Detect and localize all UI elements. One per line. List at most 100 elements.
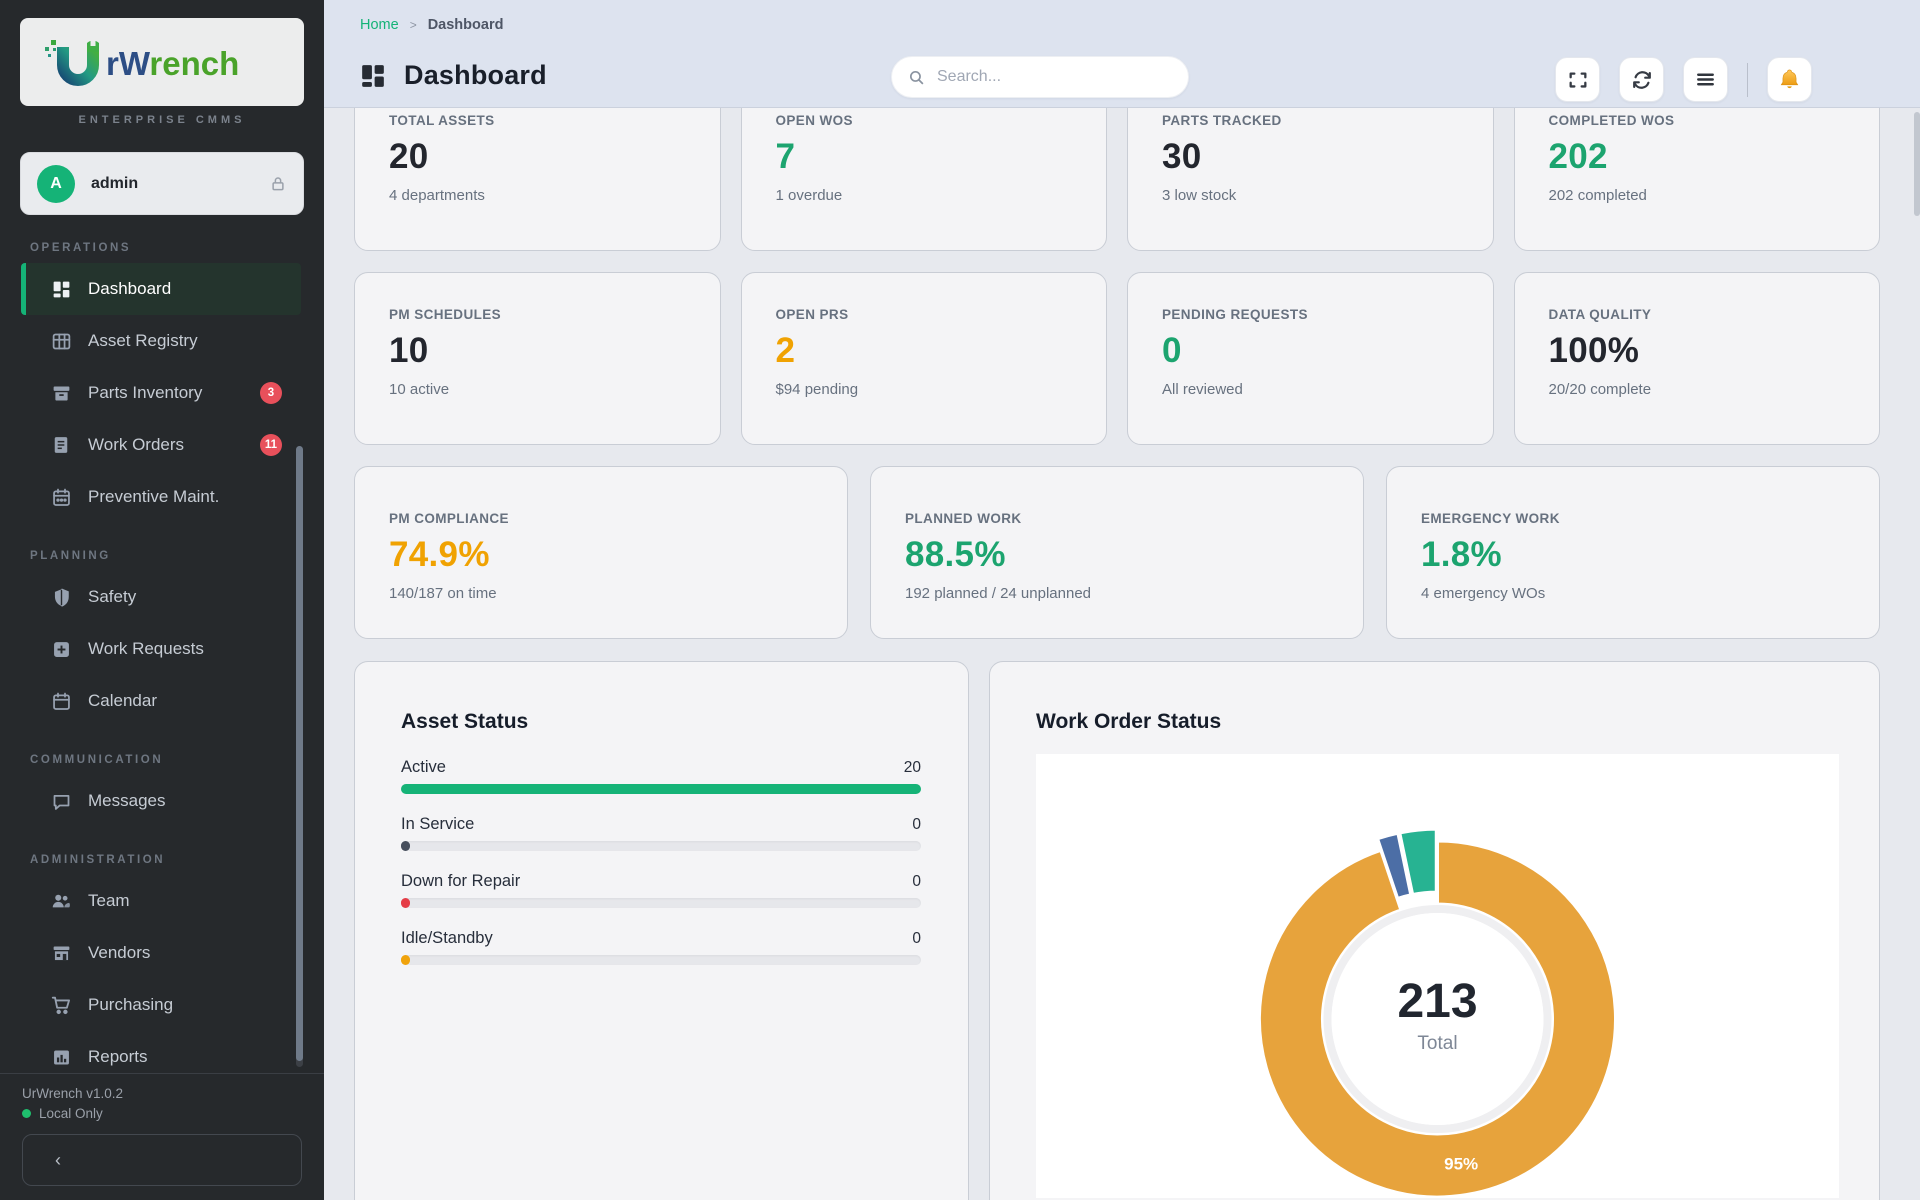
sidebar-item-label: Team xyxy=(88,891,130,911)
sidebar-item-label: Preventive Maint. xyxy=(88,487,219,507)
stat-card-pm-schedules: PM SCHEDULES 10 10 active xyxy=(354,272,721,445)
stat-card-data-quality: DATA QUALITY 100% 20/20 complete xyxy=(1514,272,1881,445)
dashboard-grid-icon xyxy=(360,63,386,89)
connection-status: Local Only xyxy=(39,1106,103,1121)
sidebar-item-work-orders[interactable]: Work Orders 11 xyxy=(21,419,301,471)
stat-value: 100% xyxy=(1549,331,1870,371)
stat-label: EMERGENCY WORK xyxy=(1421,511,1869,526)
sidebar-collapse-button[interactable]: ‹ xyxy=(22,1134,302,1186)
bell-icon xyxy=(1777,67,1802,92)
stat-subtext: 3 low stock xyxy=(1162,187,1483,204)
svg-text:rWrench: rWrench xyxy=(106,45,239,82)
stat-card-pm-compliance: PM COMPLIANCE 74.9% 140/187 on time xyxy=(354,466,848,639)
calendar-icon xyxy=(49,689,73,713)
stat-label: PM SCHEDULES xyxy=(389,307,710,322)
stat-label: COMPLETED WOS xyxy=(1549,113,1870,128)
header-actions xyxy=(1555,57,1812,102)
notification-badge: 11 xyxy=(260,434,282,456)
menu-icon xyxy=(1694,68,1717,91)
breadcrumb-home-link[interactable]: Home xyxy=(360,17,399,33)
stat-label: DATA QUALITY xyxy=(1549,307,1870,322)
topbar: Home > Dashboard Dashboard xyxy=(324,0,1920,108)
asset-status-bar xyxy=(401,841,410,851)
sidebar-nav: OPERATIONS Dashboard Asset Registry Part… xyxy=(0,215,324,1073)
stat-label: PM COMPLIANCE xyxy=(389,511,837,526)
search-input[interactable] xyxy=(935,67,1172,87)
stat-value: 30 xyxy=(1162,137,1483,177)
stat-subtext: 4 emergency WOs xyxy=(1421,585,1869,602)
asset-status-bar xyxy=(401,955,410,965)
app-version: UrWrench v1.0.2 xyxy=(22,1086,302,1101)
donut-center-label: Total xyxy=(1417,1033,1457,1054)
chevron-left-icon: ‹ xyxy=(55,1150,61,1171)
urwrench-logo-icon: rWrench xyxy=(44,37,280,87)
sidebar-item-safety[interactable]: Safety xyxy=(21,571,301,623)
user-card[interactable]: A admin xyxy=(20,152,304,215)
user-name: admin xyxy=(91,175,253,193)
sidebar-item-messages[interactable]: Messages xyxy=(21,775,301,827)
shield-icon xyxy=(49,585,73,609)
stat-subtext: 192 planned / 24 unplanned xyxy=(905,585,1353,602)
work-order-status-title: Work Order Status xyxy=(1036,710,1879,734)
asset-status-bar xyxy=(401,898,410,908)
page-scrollbar-thumb[interactable] xyxy=(1914,112,1920,216)
search-box xyxy=(891,56,1189,98)
notification-badge: 3 xyxy=(260,382,282,404)
stat-row3: PM COMPLIANCE 74.9% 140/187 on time PLAN… xyxy=(354,466,1880,639)
stat-subtext: $94 pending xyxy=(776,381,1097,398)
stat-label: PENDING REQUESTS xyxy=(1162,307,1483,322)
asset-status-label: Idle/Standby xyxy=(401,929,493,948)
bell-button[interactable] xyxy=(1767,57,1812,102)
stat-subtext: 20/20 complete xyxy=(1549,381,1870,398)
stat-value: 74.9% xyxy=(389,535,837,575)
sidebar-item-calendar[interactable]: Calendar xyxy=(21,675,301,727)
sidebar-item-preventive-maint[interactable]: Preventive Maint. xyxy=(21,471,301,523)
breadcrumb: Home > Dashboard xyxy=(360,17,503,33)
sidebar-item-dashboard[interactable]: Dashboard xyxy=(21,263,301,315)
stat-label: OPEN WOS xyxy=(776,113,1097,128)
app-logo[interactable]: rWrench xyxy=(20,18,304,106)
stat-subtext: 202 completed xyxy=(1549,187,1870,204)
asset-status-value: 0 xyxy=(912,930,921,948)
menu-button[interactable] xyxy=(1683,57,1728,102)
sidebar-item-label: Work Orders xyxy=(88,435,184,455)
sidebar-item-label: Work Requests xyxy=(88,639,204,659)
sidebar-item-label: Asset Registry xyxy=(88,331,198,351)
fullscreen-button[interactable] xyxy=(1555,57,1600,102)
page-title: Dashboard xyxy=(404,60,547,91)
asset-status-value: 0 xyxy=(912,816,921,834)
asset-status-track xyxy=(401,898,921,908)
users-icon xyxy=(49,889,73,913)
stat-card-open-prs: OPEN PRS 2 $94 pending xyxy=(741,272,1108,445)
donut-percent-label: 95% xyxy=(1444,1155,1478,1174)
sidebar-item-asset-registry[interactable]: Asset Registry xyxy=(21,315,301,367)
calendar-dots-icon xyxy=(49,485,73,509)
avatar: A xyxy=(37,165,75,203)
sidebar-item-label: Parts Inventory xyxy=(88,383,202,403)
stat-subtext: All reviewed xyxy=(1162,381,1483,398)
sidebar-item-work-requests[interactable]: Work Requests xyxy=(21,623,301,675)
stat-subtext: 140/187 on time xyxy=(389,585,837,602)
stat-value: 20 xyxy=(389,137,710,177)
logo-text-blue: rW xyxy=(106,45,151,82)
sidebar-item-vendors[interactable]: Vendors xyxy=(21,927,301,979)
asset-status-row-down-for-repair: Down for Repair 0 xyxy=(401,872,921,908)
stat-value: 10 xyxy=(389,331,710,371)
sidebar-item-reports[interactable]: Reports xyxy=(21,1031,301,1073)
sidebar-item-label: Messages xyxy=(88,791,165,811)
asset-status-panel: Asset Status Active 20 In Service 0 Down… xyxy=(354,661,969,1200)
asset-status-value: 20 xyxy=(904,759,921,777)
stat-subtext: 1 overdue xyxy=(776,187,1097,204)
sidebar-item-label: Vendors xyxy=(88,943,150,963)
breadcrumb-current: Dashboard xyxy=(428,17,504,33)
sidebar-item-parts-inventory[interactable]: Parts Inventory 3 xyxy=(21,367,301,419)
asset-status-track xyxy=(401,784,921,794)
sidebar-item-team[interactable]: Team xyxy=(21,875,301,927)
bar-chart-icon xyxy=(49,1045,73,1069)
donut-svg: 95%213Total xyxy=(1036,754,1839,1198)
refresh-icon xyxy=(1631,69,1653,91)
online-status-dot xyxy=(22,1109,31,1118)
stat-value: 2 xyxy=(776,331,1097,371)
sidebar-item-purchasing[interactable]: Purchasing xyxy=(21,979,301,1031)
refresh-button[interactable] xyxy=(1619,57,1664,102)
